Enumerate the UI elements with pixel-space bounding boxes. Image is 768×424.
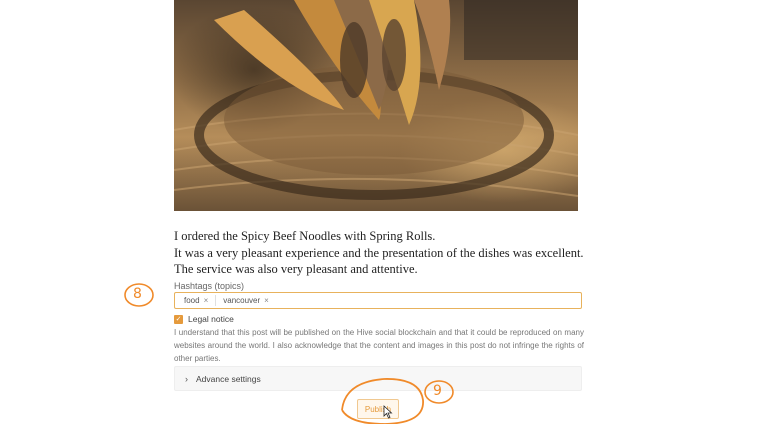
food-basket-illustration: [174, 0, 578, 200]
annotation-number: 8: [133, 286, 142, 302]
post-line: It was a very pleasant experience and th…: [174, 245, 584, 260]
hashtags-input[interactable]: food × vancouver ×: [174, 292, 582, 309]
post-body: I ordered the Spicy Beef Noodles with Sp…: [174, 228, 594, 278]
hashtags-label: Hashtags (topics): [174, 281, 245, 291]
legal-notice-row: ✓ Legal notice: [174, 314, 234, 324]
legal-notice-label[interactable]: Legal notice: [188, 314, 234, 324]
advance-settings-label: Advance settings: [196, 373, 261, 384]
hashtag-chip: vancouver ×: [220, 294, 272, 307]
hashtag-text: food: [184, 296, 200, 305]
hashtag-text: vancouver: [223, 296, 261, 305]
hashtag-chip: food ×: [181, 294, 211, 307]
post-line: I ordered the Spicy Beef Noodles with Sp…: [174, 229, 436, 243]
annotation-number: 9: [433, 383, 442, 399]
advance-settings-toggle[interactable]: › Advance settings: [174, 366, 582, 391]
remove-tag-icon[interactable]: ×: [264, 296, 269, 305]
legal-notice-checkbox[interactable]: ✓: [174, 314, 183, 324]
legal-notice-text: I understand that this post will be publ…: [174, 328, 584, 363]
remove-tag-icon[interactable]: ×: [204, 296, 209, 305]
mouse-cursor-icon: [383, 405, 393, 419]
chevron-right-icon: ›: [185, 373, 188, 384]
post-image: [174, 0, 578, 211]
tag-divider: [215, 295, 217, 306]
post-line: The service was also very pleasant and a…: [174, 262, 418, 276]
